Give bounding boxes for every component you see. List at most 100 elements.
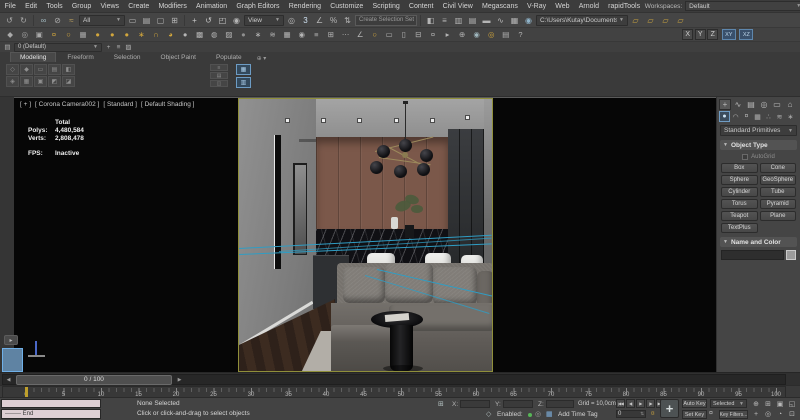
notification-icon[interactable]: ◎: [485, 29, 497, 41]
track-bar[interactable]: 0510152025303540455055606570758085909510…: [0, 385, 800, 397]
plane-constraint-alt-button[interactable]: XZ: [739, 29, 753, 40]
reference-coordinate-dropdown[interactable]: View▼: [244, 15, 284, 26]
material-sphere-icon[interactable]: ●: [179, 29, 191, 41]
primitive-button[interactable]: Plane: [760, 211, 797, 221]
bind-to-spacewarp-icon[interactable]: ≈: [65, 14, 78, 27]
set-keys-button[interactable]: +: [660, 399, 679, 418]
layer-list-icon[interactable]: ≡: [114, 43, 123, 52]
select-and-place-icon[interactable]: ◉: [230, 14, 243, 27]
select-by-name-icon[interactable]: ▤: [140, 14, 153, 27]
civil-view-icon[interactable]: ◎: [19, 29, 31, 41]
object-type-rollout[interactable]: ▼ Object Type: [720, 140, 797, 150]
primitive-button[interactable]: GeoSphere: [760, 175, 797, 185]
viewport-menu-general[interactable]: [ + ]: [20, 101, 31, 108]
effects-icon[interactable]: ∗: [252, 29, 264, 41]
modify-tab-icon[interactable]: ∿: [732, 99, 744, 110]
ribbon-tool-button[interactable]: ◆: [20, 64, 33, 75]
menu-item[interactable]: Civil View: [438, 3, 477, 10]
ribbon-tool-button[interactable]: ◩: [48, 76, 61, 87]
maximize-viewport-icon[interactable]: ⊡: [786, 409, 798, 419]
retopology-icon[interactable]: ▦: [281, 29, 293, 41]
menu-item[interactable]: Megascans: [477, 3, 522, 10]
select-and-link-icon[interactable]: ∞: [37, 14, 50, 27]
field-of-view-icon[interactable]: ◔: [774, 409, 786, 419]
primitive-category-dropdown[interactable]: Standard Primitives▼: [720, 125, 797, 136]
notes-icon[interactable]: ▤: [500, 29, 512, 41]
time-tag-icon[interactable]: ◇: [486, 410, 491, 418]
select-and-rotate-icon[interactable]: ↺: [202, 14, 215, 27]
ribbon-toggle-button[interactable]: ▥: [236, 77, 251, 88]
ribbon-tab-selection[interactable]: Selection: [105, 53, 150, 62]
menu-item[interactable]: Content: [404, 3, 438, 10]
coord-z-field[interactable]: [546, 400, 574, 408]
menu-item[interactable]: Create: [124, 3, 154, 10]
render-setup-teapot-icon[interactable]: ●: [91, 29, 103, 41]
ribbon-tool-button[interactable]: ▦: [20, 76, 33, 87]
target-icon[interactable]: ⊕: [456, 29, 468, 41]
spacewarps-category-icon[interactable]: ≋: [774, 111, 785, 122]
create-tab-icon[interactable]: +: [719, 99, 731, 110]
ribbon-stack-button[interactable]: ◫: [210, 80, 228, 87]
primitive-button[interactable]: Pyramid: [760, 199, 797, 209]
previous-frame-button[interactable]: ◀|: [626, 399, 635, 408]
render-settings-gear-icon[interactable]: ∗: [135, 29, 147, 41]
spacing-tool-icon[interactable]: ⋯: [339, 29, 351, 41]
mirror-icon[interactable]: ◧: [424, 14, 437, 27]
render-iterative-teapot-icon[interactable]: ●: [106, 29, 118, 41]
key-filters-button[interactable]: Key Filters...: [719, 410, 748, 419]
slate-editor-icon[interactable]: ▦: [77, 29, 89, 41]
menu-item[interactable]: Scripting: [368, 3, 404, 10]
key-filter-icon[interactable]: ¤: [709, 410, 713, 417]
document-icon[interactable]: ▯: [398, 29, 410, 41]
container-icon[interactable]: ▭: [383, 29, 395, 41]
export-folder-icon[interactable]: ▱: [674, 14, 687, 27]
redo-icon[interactable]: ↻: [17, 14, 30, 27]
status-ring-icon[interactable]: ◎: [535, 410, 541, 418]
pin-scene-icon[interactable]: ○: [368, 29, 380, 41]
workspace-dropdown[interactable]: Default ▼: [685, 1, 800, 11]
next-frame-button[interactable]: |▶: [646, 399, 655, 408]
globe-icon[interactable]: ◍: [208, 29, 220, 41]
snapshot-icon[interactable]: ◉: [296, 29, 308, 41]
menu-item[interactable]: rapidTools: [604, 3, 645, 10]
autogrid-checkbox[interactable]: [742, 154, 748, 160]
align-icon[interactable]: ≡: [438, 14, 451, 27]
import-folder-icon[interactable]: ▱: [659, 14, 672, 27]
viewport-menu-shading[interactable]: [ Default Shading ]: [141, 101, 194, 108]
clone-icon[interactable]: ⊟: [412, 29, 424, 41]
go-to-start-button[interactable]: |◀◀: [616, 399, 625, 408]
ribbon-tab-object-paint[interactable]: Object Paint: [152, 53, 205, 62]
select-and-scale-icon[interactable]: ◰: [216, 14, 229, 27]
viewport-layout-tab[interactable]: [2, 348, 23, 372]
set-key-button[interactable]: Set Key: [682, 410, 707, 419]
select-and-move-icon[interactable]: +: [188, 14, 201, 27]
primitive-button[interactable]: Cone: [760, 163, 797, 173]
ribbon-tab-modeling[interactable]: Modeling: [10, 52, 56, 62]
menu-item[interactable]: Views: [96, 3, 124, 10]
cameras-category-icon[interactable]: ▦: [752, 111, 763, 122]
ribbon-tab-freeform[interactable]: Freeform: [58, 53, 102, 62]
ribbon-tool-button[interactable]: ▣: [34, 76, 47, 87]
selection-filter-dropdown[interactable]: All▼: [79, 15, 125, 26]
visibility-icon[interactable]: ◉: [471, 29, 483, 41]
motion-tab-icon[interactable]: ◎: [758, 99, 770, 110]
spinner-snap-icon[interactable]: ⇅: [341, 14, 354, 27]
systems-category-icon[interactable]: ∗: [785, 111, 796, 122]
paint-icon[interactable]: ▨: [223, 29, 235, 41]
play-button[interactable]: ▶: [636, 399, 645, 408]
ribbon-tool-button[interactable]: ▭: [34, 64, 47, 75]
viewport-menu-camera[interactable]: [ Corona Camera002 ]: [35, 101, 99, 108]
ribbon-tool-button[interactable]: ▤: [48, 64, 61, 75]
menu-item[interactable]: Customize: [326, 3, 368, 10]
project-path-dropdown[interactable]: C:\Users\Kutay\Documents\3ds Max 2022▼: [536, 15, 628, 26]
angle-snap-icon[interactable]: ∠: [313, 14, 326, 27]
geometry-category-icon[interactable]: ●: [719, 111, 730, 122]
layer-explorer-icon[interactable]: ▤: [466, 14, 479, 27]
unlink-selection-icon[interactable]: ⊘: [51, 14, 64, 27]
list-tools-icon[interactable]: ≡: [310, 29, 322, 41]
ribbon-toggle-button[interactable]: ▦: [236, 64, 251, 75]
select-object-icon[interactable]: ▭: [126, 14, 139, 27]
window-crossing-icon[interactable]: ⊞: [168, 14, 181, 27]
edit-pivot-icon[interactable]: ▨: [124, 43, 133, 52]
menu-item[interactable]: Arnold: [574, 3, 603, 10]
